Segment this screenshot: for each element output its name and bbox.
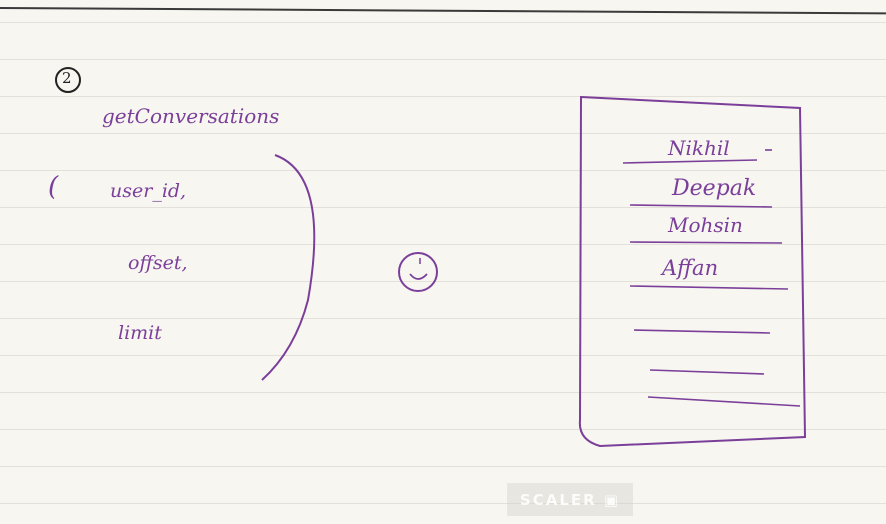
param-offset: offset,	[128, 252, 188, 274]
open-paren: (	[48, 172, 59, 202]
step-number: 2	[62, 69, 72, 87]
closing-paren	[261, 154, 316, 381]
list-item: Deepak	[672, 176, 757, 201]
list-item: Affan	[662, 256, 719, 280]
smiley-face-icon	[398, 252, 438, 292]
scaler-watermark: SCALER ▣	[507, 483, 633, 516]
param-user-id: user_id,	[110, 180, 187, 202]
list-item: Mohsin	[668, 213, 743, 237]
watermark-text: SCALER	[519, 490, 597, 509]
list-item: Nikhil	[668, 136, 730, 160]
param-limit: limit	[118, 322, 162, 344]
function-name: getConversations	[102, 104, 280, 128]
